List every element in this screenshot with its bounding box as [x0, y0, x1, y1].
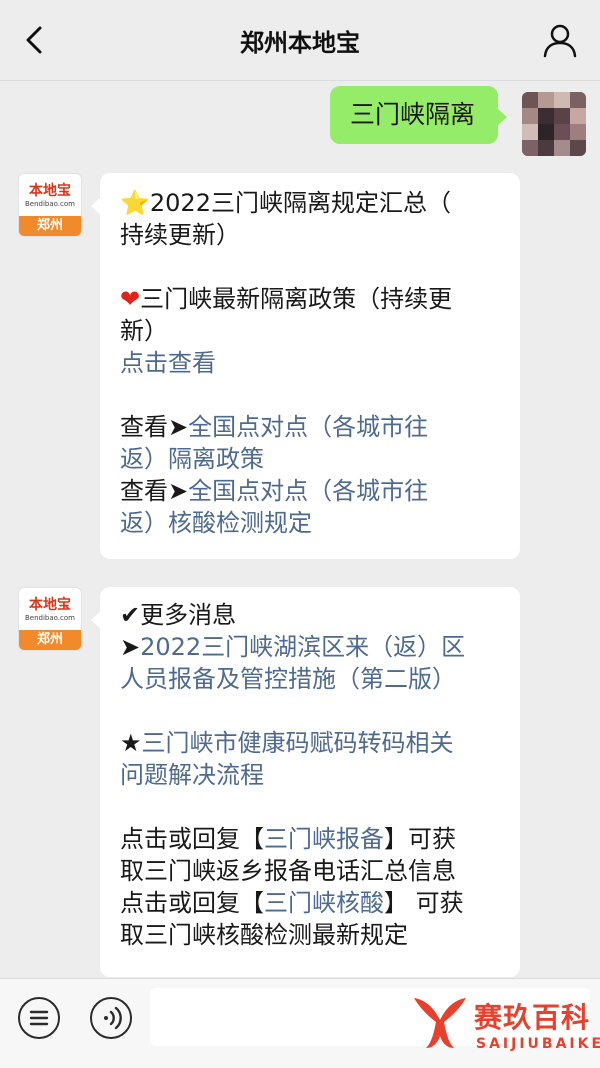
- message-line: 查看➤全国点对点（各城市往: [120, 477, 429, 505]
- message-line: ➤2022三门峡湖滨区来（返）区: [120, 631, 510, 663]
- message-line: 点击或回复【三门峡报备】可获: [120, 825, 456, 853]
- national-test-link-cont[interactable]: 返）核酸检测规定: [120, 507, 510, 539]
- chat-title: 郑州本地宝: [240, 29, 360, 57]
- message-line: ❤三门峡最新隔离政策（持续更: [120, 285, 453, 313]
- logo-domain: Bendibao.com: [24, 614, 75, 622]
- voice-button[interactable]: [90, 997, 132, 1039]
- message-line: 点击或回复【三门峡核酸】 可获: [120, 889, 464, 917]
- message-line: 新）: [120, 317, 168, 345]
- logo-city: 郑州: [19, 630, 81, 650]
- voice-icon: [104, 1006, 122, 1030]
- hubin-district-link-cont[interactable]: 人员报备及管控措施（第二版）: [120, 663, 510, 695]
- message-line: ⭐2022三门峡隔离规定汇总（: [120, 189, 451, 217]
- registration-keyword-link[interactable]: 三门峡报备: [264, 825, 384, 853]
- nucleic-acid-keyword-link[interactable]: 三门峡核酸: [264, 889, 384, 917]
- view-link[interactable]: 点击查看: [120, 347, 510, 379]
- logo-text: 本地宝: [29, 183, 71, 199]
- whale-tail-icon: [414, 998, 466, 1048]
- star-emoji-icon: ⭐: [120, 189, 150, 217]
- outgoing-message-bubble[interactable]: 三门峡隔离: [330, 86, 507, 144]
- account-avatar[interactable]: 本地宝 Bendibao.com 郑州: [18, 587, 82, 651]
- check-mark-icon: ✔: [120, 601, 141, 629]
- message-line: ★三门峡市健康码赋码转码相关: [120, 727, 510, 759]
- watermark-pinyin: SAIJIUBAIKE: [476, 1036, 600, 1052]
- incoming-message-bubble: ✔更多消息 ➤2022三门峡湖滨区来（返）区 人员报备及管控措施（第二版） ★三…: [91, 587, 520, 977]
- arrow-icon: ➤: [120, 633, 141, 661]
- logo-city: 郑州: [19, 216, 81, 236]
- heart-emoji-icon: ❤: [120, 285, 141, 313]
- national-quarantine-link-cont[interactable]: 返）隔离政策: [120, 443, 510, 475]
- logo-text: 本地宝: [29, 597, 71, 613]
- incoming-message-bubble: ⭐2022三门峡隔离规定汇总（ 持续更新） ❤三门峡最新隔离政策（持续更 新） …: [91, 173, 520, 559]
- message-line: 取三门峡核酸检测最新规定: [120, 921, 408, 949]
- health-code-link-cont[interactable]: 问题解决流程: [120, 759, 510, 791]
- message-line: 查看➤全国点对点（各城市往: [120, 413, 429, 441]
- menu-button[interactable]: [18, 997, 60, 1039]
- chat-header: 郑州本地宝: [0, 0, 600, 81]
- health-code-link[interactable]: 三门峡市健康码赋码转码相关: [142, 729, 454, 757]
- star-icon: ★: [120, 729, 142, 757]
- message-line: 持续更新）: [120, 221, 240, 249]
- national-quarantine-link[interactable]: 全国点对点（各城市往: [188, 413, 428, 441]
- hubin-district-link[interactable]: 2022三门峡湖滨区来（返）区: [140, 633, 465, 661]
- menu-list-icon: [29, 1010, 49, 1026]
- message-line: ✔更多消息: [120, 601, 237, 629]
- logo-domain: Bendibao.com: [24, 200, 75, 208]
- watermark-logo: 赛玖百科 SAIJIUBAIKE: [408, 988, 600, 1060]
- message-line: 取三门峡返乡报备电话汇总信息: [120, 857, 456, 885]
- watermark-name: 赛玖百科: [474, 1001, 591, 1034]
- user-avatar[interactable]: [522, 92, 586, 156]
- profile-icon[interactable]: [540, 20, 580, 60]
- account-avatar[interactable]: 本地宝 Bendibao.com 郑州: [18, 173, 82, 237]
- national-test-link[interactable]: 全国点对点（各城市往: [188, 477, 428, 505]
- outgoing-message-text: 三门峡隔离: [350, 100, 476, 129]
